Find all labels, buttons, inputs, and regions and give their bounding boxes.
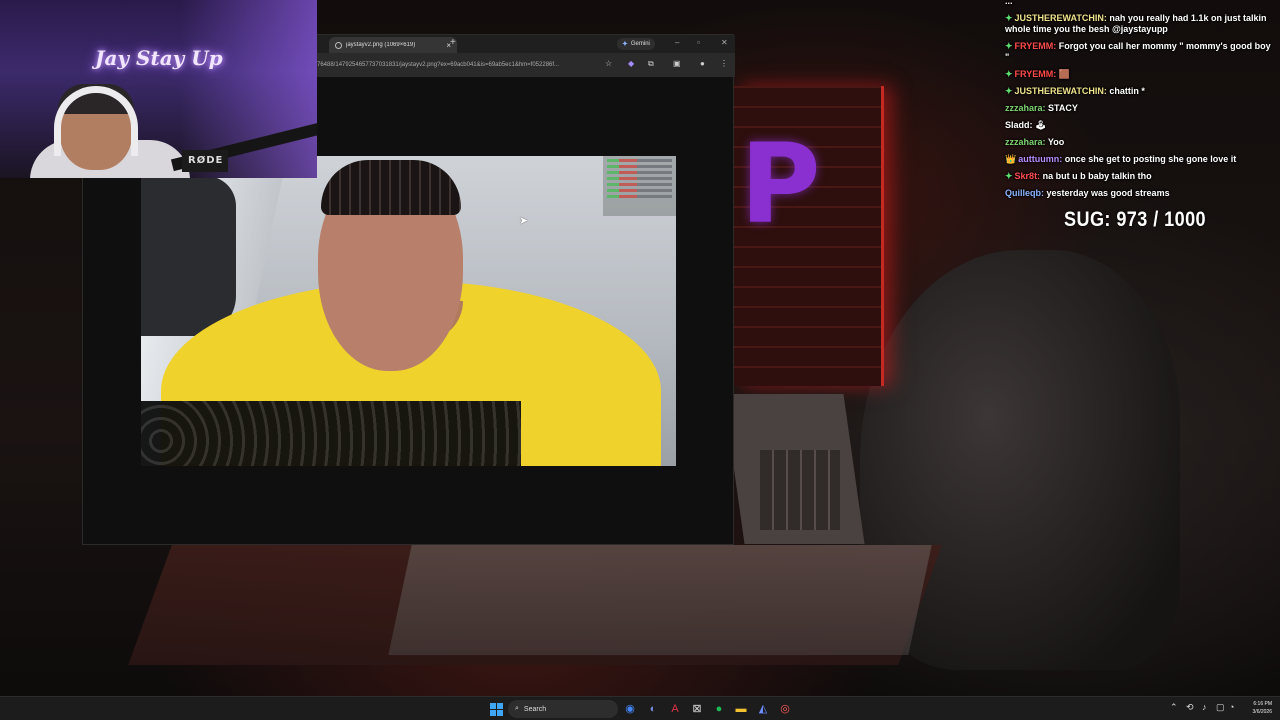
sub-goal-counter: SUG: 973 / 1000 <box>1064 208 1206 232</box>
search-icon: ⌕ <box>515 705 519 712</box>
maximize-icon[interactable]: ▫ <box>697 38 700 47</box>
chat-message: ✦ JUSTHEREWATCHIN: chattin * <box>1005 86 1277 97</box>
taskbar-clock[interactable]: 6:16 PM 3/6/2026 <box>1240 700 1272 716</box>
goal-current: 973 <box>1116 208 1148 231</box>
taskbar-search[interactable]: ⌕ Search <box>508 700 618 718</box>
spotify-icon[interactable]: ● <box>711 701 727 717</box>
chat-badge-icon: 👑 <box>1005 154 1017 164</box>
chat-text: 🕹 <box>1035 120 1047 130</box>
address-bar[interactable]: 76488/1479254657737031831/jaystayv2.png?… <box>317 59 597 71</box>
chat-badge-icon: ✦ <box>1005 69 1013 79</box>
photo-chat-overlay <box>603 156 676 216</box>
extension-icon[interactable]: ◆ <box>628 59 634 68</box>
chrome-icon[interactable]: ◉ <box>622 701 638 717</box>
file-explorer-icon[interactable]: ▬ <box>733 701 749 717</box>
displayed-image[interactable] <box>141 156 676 466</box>
mic-tray-icon[interactable]: ♪ <box>1202 702 1207 712</box>
chat-panel: ... ✦ JUSTHEREWATCHIN: nah you really had … <box>1005 0 1277 205</box>
taskbar: ⌕ Search ◉ ◐ A ⊠ ● ▬ ◭ ◎ ⌃ ⟲ ♪ ▢ ◔ 6:16 … <box>0 696 1280 720</box>
chat-message: Sladd: 🕹 <box>1005 120 1277 131</box>
chat-username[interactable]: FRYEMM: <box>1015 69 1057 79</box>
background-desk-light <box>388 545 932 655</box>
chat-badge-icon: ✦ <box>1005 171 1013 181</box>
chat-message: zzzahara: Yoo <box>1005 137 1277 148</box>
chat-badge-icon: ✦ <box>1005 13 1013 23</box>
discord-icon[interactable]: ◐ <box>645 701 661 717</box>
clipboard-icon[interactable]: ▢ <box>1216 702 1225 713</box>
chat-username[interactable]: FRYEMM: <box>1015 41 1057 51</box>
obs-icon[interactable]: ◎ <box>777 701 793 717</box>
chat-badge-icon: ✦ <box>1005 86 1013 96</box>
browser-toolbar: 76488/1479254657737031831/jaystayv2.png?… <box>317 53 735 77</box>
chat-text: Yoo <box>1047 137 1065 147</box>
chat-text: chattin * <box>1109 86 1145 96</box>
chevron-up-icon[interactable]: ⌃ <box>1170 702 1178 713</box>
search-placeholder: Search <box>523 705 547 713</box>
background-laptop-keyboard <box>760 450 840 530</box>
tab-title: jaystayv2.png (1069×619) <box>346 42 416 48</box>
chat-text: STACY <box>1048 103 1078 113</box>
goal-separator: / <box>1153 208 1159 231</box>
chat-message: ✦ FRYEMM: Forgot you call her mommy " mom… <box>1005 41 1277 63</box>
profile-icon[interactable]: ● <box>700 59 705 68</box>
chat-message: zzzahara: STACY <box>1005 103 1277 114</box>
webcam-overlay: Jay Stay Up RØDE <box>0 0 317 178</box>
new-tab-button[interactable]: + <box>450 37 456 48</box>
bookmark-star-icon[interactable]: ☆ <box>605 59 612 68</box>
app-icon[interactable]: ◭ <box>755 701 771 717</box>
chat-message: ... <box>1005 0 1277 7</box>
clock-time: 6:16 PM <box>1253 701 1272 707</box>
background-laptop-logo: P <box>740 120 821 248</box>
goal-target: 1000 <box>1164 208 1207 231</box>
gemini-icon: ✦ <box>622 41 628 48</box>
menu-icon[interactable]: ⋮ <box>720 59 728 68</box>
chat-username[interactable]: Skr8t: <box>1015 171 1041 181</box>
xbox-icon[interactable]: ⊠ <box>689 701 705 717</box>
chat-badge-icon: ✦ <box>1005 41 1013 51</box>
chat-username[interactable]: JUSTHEREWATCHIN: <box>1015 86 1107 96</box>
chat-message: Quilleqb: yesterday was good streams <box>1005 188 1277 199</box>
chat-username[interactable]: zzzahara: <box>1005 103 1046 113</box>
windows-start-icon[interactable] <box>488 701 504 717</box>
mouse-cursor-icon: ➤ <box>519 215 529 227</box>
microphone: RØDE <box>182 150 228 172</box>
chat-username[interactable]: auttuumn: <box>1018 154 1062 164</box>
chat-username[interactable]: Quilleqb: <box>1005 188 1044 198</box>
chat-text: na but u b baby talkin tho <box>1042 171 1152 181</box>
chat-message: ✦ FRYEMM: 🟫 <box>1005 69 1277 80</box>
close-window-icon[interactable]: ✕ <box>721 38 728 47</box>
photo-clothes <box>141 176 236 336</box>
clock-date: 3/6/2026 <box>1252 709 1272 715</box>
chat-text: ... <box>1005 0 1013 6</box>
minimize-icon[interactable]: – <box>675 38 679 47</box>
chat-username[interactable]: JUSTHEREWATCHIN: <box>1015 13 1107 23</box>
chat-message: 👑 auttuumn: once she get to posting she g… <box>1005 154 1277 165</box>
volume-icon[interactable]: ◔ <box>1229 702 1234 712</box>
neon-sign: Jay Stay Up <box>95 46 223 70</box>
sidepanel-icon[interactable]: ▣ <box>673 59 681 68</box>
chat-username[interactable]: Sladd: <box>1005 120 1033 130</box>
adobe-icon[interactable]: A <box>667 701 683 717</box>
puzzle-icon[interactable]: ⧉ <box>648 59 654 69</box>
chat-text: once she get to posting she gone love it <box>1064 154 1237 164</box>
goal-label: SUG: <box>1064 208 1111 231</box>
chat-username[interactable]: zzzahara: <box>1005 137 1046 147</box>
chat-text: 🟫 <box>1058 69 1070 79</box>
network-icon[interactable]: ⟲ <box>1186 702 1194 713</box>
chat-message: ✦ Skr8t: na but u b baby talkin tho <box>1005 171 1277 182</box>
desktop-screen: P jaystayv2.png (1069×619) × + ✦ Gemini … <box>0 0 1280 720</box>
browser-tab-bar: jaystayv2.png (1069×619) × + ✦ Gemini – … <box>317 35 735 53</box>
gemini-button[interactable]: ✦ Gemini <box>617 38 655 50</box>
browser-tab[interactable]: jaystayv2.png (1069×619) × <box>329 37 457 53</box>
photo-braided-hair <box>321 160 461 215</box>
gemini-label: Gemini <box>630 41 650 47</box>
image-icon <box>335 41 342 49</box>
chat-message: ✦ JUSTHEREWATCHIN: nah you really had 1.1… <box>1005 13 1277 35</box>
chat-text: yesterday was good streams <box>1046 188 1170 198</box>
photo-dumbbell-coils <box>141 401 521 466</box>
mic-brand: RØDE <box>188 155 224 166</box>
